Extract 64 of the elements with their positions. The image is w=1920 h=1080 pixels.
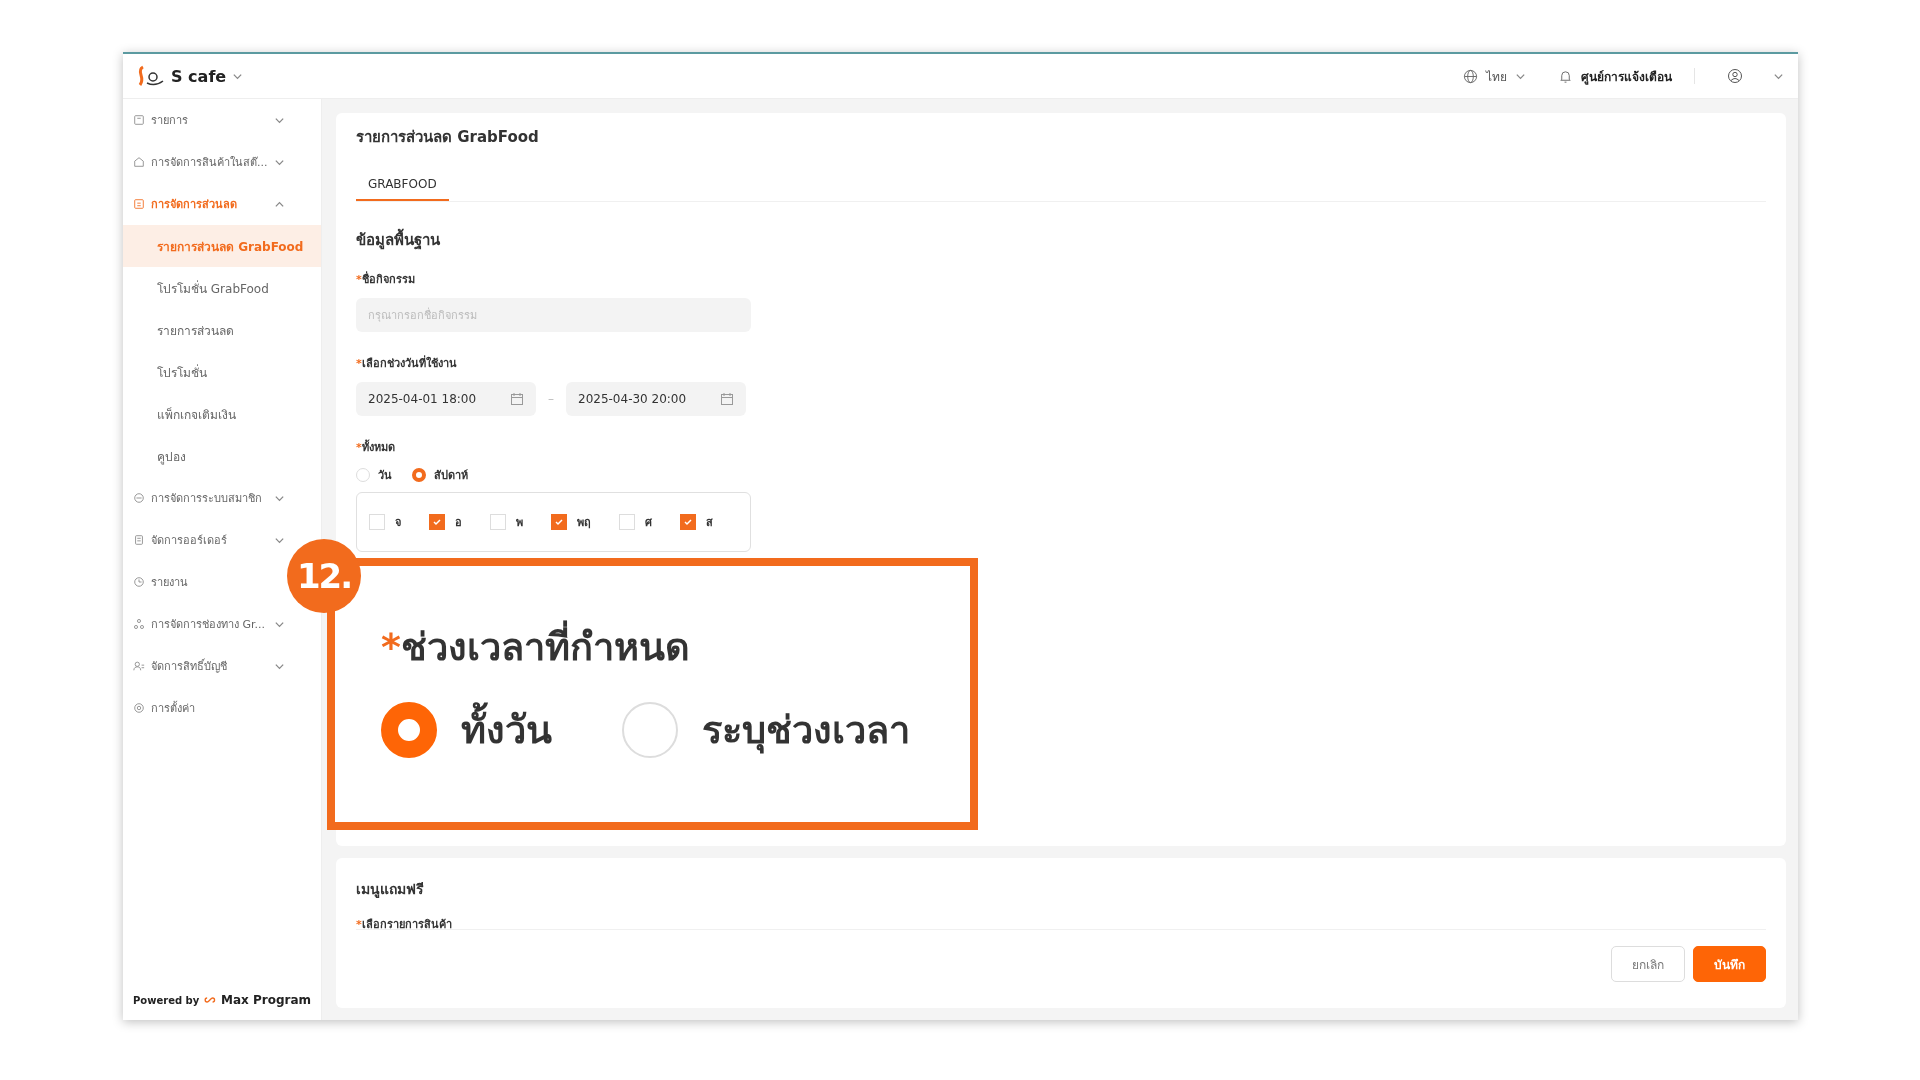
checkbox-label[interactable]: ส bbox=[706, 513, 713, 531]
check-icon bbox=[554, 517, 564, 527]
section-title: ข้อมูลพื้นฐาน bbox=[356, 228, 1766, 252]
discount-icon bbox=[133, 198, 145, 210]
bell-icon[interactable] bbox=[1558, 68, 1573, 84]
checkbox-label[interactable]: พฤ bbox=[577, 513, 591, 531]
checkbox-label[interactable]: อ bbox=[455, 513, 462, 531]
checkbox[interactable] bbox=[680, 514, 696, 530]
submenu-item[interactable]: แพ็กเกจเติมเงิน bbox=[123, 393, 321, 435]
radio-label[interactable]: ระบุช่วงเวลา bbox=[702, 699, 910, 760]
submenu-item[interactable]: โปรโมชั่น GrabFood bbox=[123, 267, 321, 309]
user-icon[interactable] bbox=[1727, 68, 1743, 84]
network-icon bbox=[133, 618, 145, 630]
sidebar-item[interactable]: รายการ bbox=[123, 99, 287, 141]
radio-button[interactable] bbox=[412, 468, 426, 482]
date-field[interactable]: 2025-04-01 18:00 bbox=[356, 382, 536, 416]
range-separator: – bbox=[548, 392, 554, 406]
sidebar-item[interactable]: จัดการออร์เดอร์ bbox=[123, 519, 287, 561]
checkbox[interactable] bbox=[429, 514, 445, 530]
submenu-item[interactable]: รายการส่วนลด bbox=[123, 309, 321, 351]
sidebar-item[interactable]: จัดการสิทธิ์บัญชี bbox=[123, 645, 287, 687]
list-icon bbox=[133, 114, 145, 126]
calendar-icon[interactable] bbox=[720, 392, 734, 406]
cancel-button[interactable]: ยกเลิก bbox=[1611, 946, 1685, 982]
store-icon bbox=[133, 156, 145, 168]
field-label: *ทั้งหมด bbox=[356, 438, 396, 456]
calendar-icon[interactable] bbox=[510, 392, 524, 406]
settings-icon bbox=[133, 702, 145, 714]
field-label: *ช่วงเวลาที่กำหนด bbox=[381, 616, 970, 677]
sidebar-item[interactable]: การตั้งค่า bbox=[123, 687, 287, 729]
language-selector[interactable]: ไทย bbox=[1486, 66, 1507, 86]
powered-by-text: Powered by bbox=[133, 994, 200, 1006]
check-icon bbox=[683, 517, 693, 527]
tab[interactable]: GRABFOOD bbox=[356, 171, 449, 201]
submenu-item[interactable]: โปรโมชั่น bbox=[123, 351, 321, 393]
radio-label[interactable]: ทั้งวัน bbox=[461, 699, 552, 760]
radio-label[interactable]: สัปดาห์ bbox=[434, 466, 468, 484]
checkbox-label[interactable]: ศ bbox=[645, 513, 652, 531]
notification-center-link[interactable]: ศูนย์การแจ้งเตือน bbox=[1581, 66, 1672, 86]
users-icon bbox=[133, 660, 145, 672]
field-label: *เลือกช่วงวันที่ใช้งาน bbox=[356, 354, 458, 372]
sidebar-item[interactable]: รายงาน bbox=[123, 561, 287, 603]
sidebar-item[interactable]: การจัดการสินค้าในสต๊... bbox=[123, 141, 287, 183]
clock-icon bbox=[133, 576, 145, 588]
date-field[interactable]: 2025-04-30 20:00 bbox=[566, 382, 746, 416]
partner-name: Max Program bbox=[220, 993, 311, 1007]
sidebar-item[interactable]: การจัดการช่องทาง Gr... bbox=[123, 603, 287, 645]
globe-icon[interactable] bbox=[1463, 68, 1478, 84]
field-label: *ชื่อกิจกรรม bbox=[356, 270, 416, 288]
logo-icon bbox=[137, 65, 165, 87]
clipboard-icon bbox=[133, 534, 145, 546]
input-field[interactable]: กรุณากรอกชื่อกิจกรรม bbox=[356, 298, 751, 332]
radio-button[interactable] bbox=[381, 701, 437, 758]
page-title: รายการส่วนลด GrabFood bbox=[356, 127, 540, 148]
store-name[interactable]: S cafe bbox=[171, 66, 227, 86]
sidebar-item[interactable]: การจัดการระบบสมาชิก bbox=[123, 477, 287, 519]
radio-label[interactable]: วัน bbox=[378, 466, 392, 484]
checkbox[interactable] bbox=[551, 514, 567, 530]
field-label: *เลือกรายการสินค้า bbox=[356, 918, 1766, 930]
checkbox-label[interactable]: จ bbox=[395, 513, 401, 531]
submenu-item[interactable]: คูปอง bbox=[123, 435, 321, 477]
check-icon bbox=[432, 517, 442, 527]
checkbox-label[interactable]: พ bbox=[516, 513, 523, 531]
section-title: เมนูแถมฟรี bbox=[356, 880, 425, 900]
